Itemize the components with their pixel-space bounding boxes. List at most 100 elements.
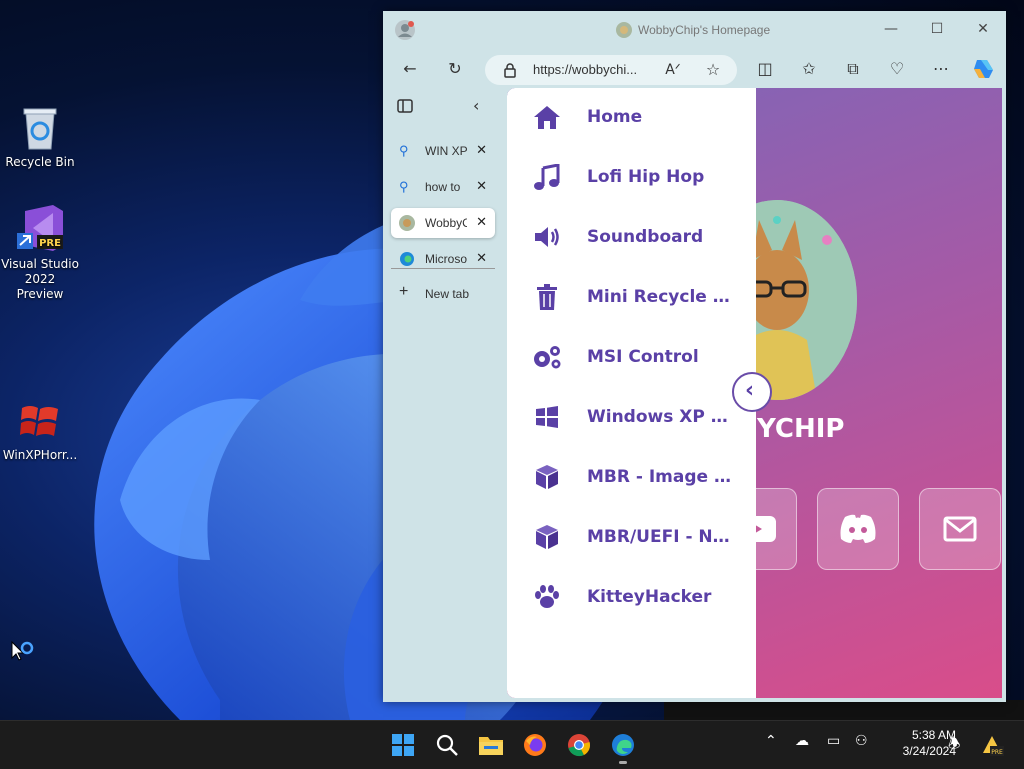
favicon-avatar-icon (399, 215, 415, 231)
trash-icon (531, 283, 563, 311)
copilot-icon[interactable] (971, 56, 997, 82)
dev-home-pre-icon[interactable]: PRE (980, 733, 1004, 757)
taskbar-firefox[interactable] (521, 731, 549, 759)
taskbar-chrome[interactable] (565, 731, 593, 759)
menu-item-mbr-image-builder[interactable]: MBR - Image Buil... (507, 457, 756, 497)
menu-item-label: Lofi Hip Hop (587, 167, 705, 187)
menu-item-mini-recycle-bin[interactable]: Mini Recycle Bin (507, 277, 756, 317)
pre-badge-text: PRE (991, 749, 1003, 756)
desktop-dark-strip (664, 700, 1024, 720)
menu-item-lofi-hip-hop[interactable]: Lofi Hip Hop (507, 157, 756, 197)
chevron-left-icon: ‹ (745, 378, 755, 403)
tab-close-icon[interactable]: ✕ (476, 214, 487, 230)
notification-bell-icon[interactable]: 🕭 (948, 733, 961, 757)
site-brand-name: YCHIP (757, 414, 845, 444)
social-button-email[interactable] (919, 488, 1001, 570)
tab-close-icon[interactable]: ✕ (476, 250, 487, 266)
read-aloud-icon[interactable]: Aᐟ (661, 58, 685, 82)
menu-item-label: KitteyHacker (587, 587, 712, 607)
social-button-discord[interactable] (817, 488, 899, 570)
tabs-divider (391, 268, 495, 269)
menu-item-label: Windows XP Horr... (587, 407, 739, 427)
taskbar-search-button[interactable] (433, 731, 461, 759)
browser-titlebar: WobbyChip's Homepage — ☐ ✕ (383, 11, 1006, 49)
close-button[interactable]: ✕ (973, 21, 993, 41)
windows-icon (531, 403, 563, 431)
profile-icon[interactable] (395, 20, 415, 40)
more-options-button[interactable]: ⋯ (929, 57, 953, 81)
menu-item-home[interactable]: Home (507, 97, 756, 137)
home-icon (531, 103, 563, 131)
vertical-tabs-panel: ‹ ⚲ WIN XP ✕ ⚲ how to ✕ WobbyC ✕ Microso… (383, 89, 505, 702)
menu-item-label: MBR - Image Buil... (587, 467, 739, 487)
active-app-indicator (619, 761, 627, 764)
vertical-tab[interactable]: ⚲ how to ✕ (391, 172, 495, 202)
speaker-icon (531, 223, 563, 251)
firefox-icon (524, 734, 546, 756)
paw-icon (531, 583, 563, 611)
back-button[interactable]: ← (398, 57, 422, 81)
address-bar[interactable]: https://wobbychi... Aᐟ ☆ (485, 55, 737, 85)
show-hidden-icons-chevron-icon[interactable]: ⌃ (765, 733, 777, 749)
menu-item-kitteyhacker[interactable]: KitteyHacker (507, 577, 756, 617)
collections-button[interactable]: ⧉ (841, 57, 865, 81)
tab-favicon-icon (616, 22, 632, 38)
refresh-button[interactable]: ↻ (443, 57, 467, 81)
collapse-drawer-button[interactable]: ‹ (732, 372, 772, 412)
minimize-button[interactable]: — (881, 21, 901, 41)
windows-xp-flag-icon (20, 406, 58, 436)
taskbar-file-explorer[interactable] (477, 731, 505, 759)
lock-icon (504, 63, 516, 78)
new-tab-button[interactable]: + New tab (391, 279, 495, 309)
tab-label: WIN XP (425, 144, 467, 158)
tab-close-icon[interactable]: ✕ (476, 142, 487, 158)
browser-toolbar: ← ↻ https://wobbychi... Aᐟ ☆ ◫ ✩ ⧉ ♡ ⋯ (383, 49, 1006, 89)
menu-item-soundboard[interactable]: Soundboard (507, 217, 756, 257)
menu-item-label: Soundboard (587, 227, 704, 247)
desktop-icon-winxp-horror[interactable]: WinXPHorr... (0, 400, 80, 463)
vertical-tab-active[interactable]: WobbyC ✕ (391, 208, 495, 238)
tab-label: Microso (425, 252, 467, 266)
tab-label: WobbyC (425, 216, 467, 230)
new-tab-label: New tab (425, 287, 470, 301)
search-icon (436, 734, 458, 756)
tab-actions-icon[interactable] (397, 98, 413, 114)
favorites-button[interactable]: ✩ (797, 57, 821, 81)
music-icon (531, 163, 563, 191)
menu-item-mbr-uefi-note[interactable]: MBR/UEFI - Note ... (507, 517, 756, 557)
tab-label: how to (425, 180, 461, 194)
menu-item-msi-control[interactable]: MSI Control (507, 337, 756, 377)
edge-icon (400, 252, 414, 266)
vertical-tab[interactable]: ⚲ WIN XP ✕ (391, 136, 495, 166)
taskbar-edge[interactable] (609, 731, 637, 764)
vertical-tab[interactable]: Microso ✕ (391, 244, 495, 274)
gears-icon (531, 343, 563, 371)
menu-item-label: MBR/UEFI - Note ... (587, 527, 739, 547)
cube-icon (531, 463, 563, 491)
collapse-tabs-chevron-icon[interactable]: ‹ (473, 96, 479, 115)
tab-close-icon[interactable]: ✕ (476, 178, 487, 194)
plus-icon: + (399, 283, 409, 300)
desktop-icon-recycle-bin[interactable]: Recycle Bin (0, 105, 80, 170)
desktop-icon-visual-studio[interactable]: PRE Visual Studio 2022 Preview (0, 203, 80, 302)
start-button[interactable] (389, 731, 417, 759)
browser-essentials-button[interactable]: ♡ (885, 57, 909, 81)
web-page: YCHIP Home Lofi Hip Hop Soundboard Mini … (507, 88, 1002, 698)
desktop-icon-label: Recycle Bin (5, 155, 75, 169)
menu-item-windows-xp-horror[interactable]: Windows XP Horr... (507, 397, 756, 437)
maximize-button[interactable]: ☐ (927, 21, 947, 41)
side-navigation-drawer: Home Lofi Hip Hop Soundboard Mini Recycl… (507, 88, 756, 698)
onedrive-icon[interactable]: ☁ (795, 733, 809, 749)
favorite-star-icon[interactable]: ☆ (701, 58, 725, 82)
email-icon (943, 516, 977, 542)
taskbar: ⌃ ☁ ▭ ⚇ 5:38 AM 3/24/2024 🕭 PRE (0, 720, 1024, 769)
edge-icon (612, 734, 634, 756)
split-screen-button[interactable]: ◫ (753, 57, 777, 81)
chrome-icon (568, 734, 590, 757)
search-icon: ⚲ (399, 143, 409, 158)
recycle-bin-icon (23, 108, 57, 150)
network-icon[interactable]: ⚇ (855, 733, 868, 749)
windows-start-icon (392, 734, 414, 756)
display-icon[interactable]: ▭ (827, 733, 840, 749)
menu-item-label: Home (587, 107, 643, 127)
